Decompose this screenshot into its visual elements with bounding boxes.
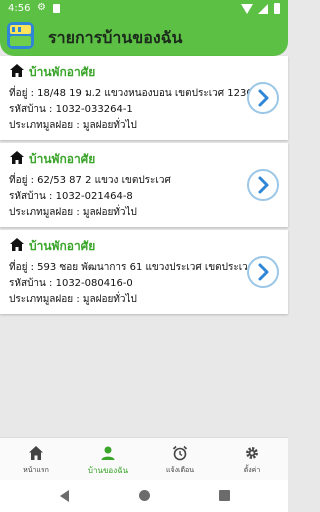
alarm-icon [172, 445, 188, 461]
house-type: บ้านพักอาศัย [29, 152, 96, 166]
waste-type: ประเภทมูลฝอย : มูลฝอยทั่วไป [9, 207, 137, 218]
house-address: ที่อยู่ : 18/48 19 ม.2 แขวงหนองบอน เขตปร… [9, 88, 260, 99]
house-type: บ้านพักอาศัย [29, 239, 96, 253]
waste-type: ประเภทมูลฝอย : มูลฝอยทั่วไป [9, 294, 137, 305]
recents-icon[interactable] [219, 490, 230, 501]
house-type: บ้านพักอาศัย [29, 65, 96, 79]
bottom-navigation: หน้าแรก บ้านของฉัน แจ้งเตือน ตั้งค่า [0, 437, 288, 480]
gear-icon [246, 447, 258, 459]
chevron-right-icon [258, 89, 269, 107]
waste-type: ประเภทมูลฝอย : มูลฝอยทั่วไป [9, 120, 137, 131]
nav-label: ตั้งค่า [243, 466, 261, 474]
nav-my-house[interactable]: บ้านของฉัน [72, 438, 144, 481]
home-icon [29, 446, 43, 460]
page-title: รายการบ้านของฉัน [48, 28, 183, 47]
home-button-icon[interactable] [139, 490, 150, 501]
open-house-button[interactable] [247, 82, 279, 114]
house-card[interactable]: บ้านพักอาศัย ที่อยู่ : 62/53 87 2 แขวง เ… [0, 143, 288, 227]
nav-label: แจ้งเตือน [166, 466, 194, 474]
sim-icon [53, 4, 60, 13]
signal-icon [258, 4, 268, 14]
chevron-right-icon [258, 176, 269, 194]
status-time: 4:56 [8, 3, 31, 14]
back-icon[interactable] [60, 490, 69, 502]
battery-icon [274, 3, 280, 14]
house-code: รหัสบ้าน : 1032-021464-8 [9, 191, 133, 202]
open-house-button[interactable] [247, 169, 279, 201]
status-bar: 4:56 ⚙ [0, 0, 288, 18]
house-address: ที่อยู่ : 593 ซอย พัฒนาการ 61 แขวงประเวศ… [9, 262, 255, 273]
nav-notifications[interactable]: แจ้งเตือน [144, 438, 216, 481]
app-header: รายการบ้านของฉัน [0, 18, 288, 56]
house-address: ที่อยู่ : 62/53 87 2 แขวง เขตประเวศ [9, 175, 171, 186]
wifi-icon [241, 4, 253, 14]
nav-settings[interactable]: ตั้งค่า [216, 438, 288, 481]
nav-label: หน้าแรก [23, 466, 49, 474]
app-logo [7, 22, 34, 49]
person-icon [101, 446, 115, 460]
nav-home[interactable]: หน้าแรก [0, 438, 72, 481]
house-card[interactable]: บ้านพักอาศัย ที่อยู่ : 18/48 19 ม.2 แขวง… [0, 56, 288, 140]
settings-status-icon: ⚙ [37, 2, 46, 13]
open-house-button[interactable] [247, 256, 279, 288]
system-navigation-bar [0, 480, 288, 512]
home-icon [10, 238, 24, 251]
nav-label: บ้านของฉัน [87, 466, 129, 475]
house-card[interactable]: บ้านพักอาศัย ที่อยู่ : 593 ซอย พัฒนาการ … [0, 230, 288, 314]
home-icon [10, 64, 24, 77]
chevron-right-icon [258, 263, 269, 281]
house-code: รหัสบ้าน : 1032-080416-0 [9, 278, 133, 289]
house-code: รหัสบ้าน : 1032-033264-1 [9, 104, 133, 115]
home-icon [10, 151, 24, 164]
